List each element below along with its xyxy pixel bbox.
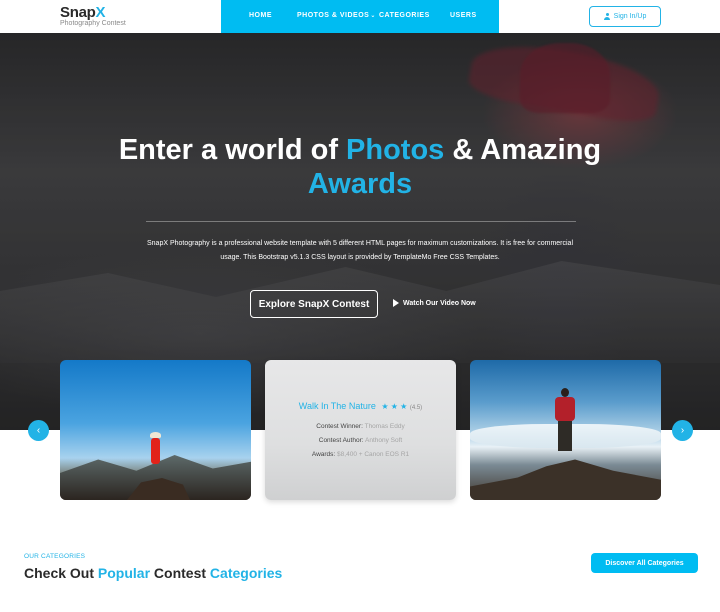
watch-video-link[interactable]: Watch Our Video Now bbox=[393, 299, 476, 307]
red-jacket-graphic bbox=[555, 397, 575, 421]
hiker-graphic bbox=[552, 388, 578, 458]
categories-title-part2: Contest bbox=[150, 565, 210, 581]
logo-subtitle: Photography Contest bbox=[60, 20, 126, 27]
categories-title: Check Out Popular Contest Categories bbox=[24, 565, 282, 581]
carousel-prev-button[interactable]: ‹ bbox=[28, 420, 49, 441]
hill-graphic bbox=[470, 459, 661, 500]
contest-rating: (4.5) bbox=[409, 405, 423, 411]
hero-divider bbox=[146, 221, 576, 222]
contest-info-card[interactable]: Walk In The Nature ★ ★ ★ (4.5) Contest W… bbox=[265, 360, 456, 500]
categories-title-highlight1: Popular bbox=[97, 565, 151, 581]
logo[interactable]: SnapX Photography Contest bbox=[60, 4, 126, 27]
logo-title-text: Snap bbox=[60, 4, 96, 21]
signin-label: Sign In/Up bbox=[613, 13, 647, 20]
contest-author-label: Contest Author: bbox=[318, 437, 364, 444]
contest-winner-label: Contest Winner: bbox=[316, 423, 363, 430]
red-dress-graphic bbox=[151, 438, 160, 464]
user-icon bbox=[604, 13, 611, 20]
nav-users[interactable]: USERS bbox=[450, 12, 477, 19]
categories-title-highlight2: Categories bbox=[209, 565, 283, 581]
nav-photos-videos-label: PHOTOS & VIDEOS bbox=[297, 12, 370, 19]
chevron-down-icon: ⌄ bbox=[370, 13, 376, 19]
categories-subtitle: OUR CATEGORIES bbox=[24, 553, 86, 560]
carousel-next-button[interactable]: › bbox=[672, 420, 693, 441]
star-icons: ★ ★ ★ bbox=[381, 402, 408, 411]
signin-button[interactable]: Sign In/Up bbox=[589, 6, 661, 27]
contest-author-value: Anthony Soft bbox=[365, 437, 403, 444]
hero-title-highlight1: Photos bbox=[346, 134, 445, 166]
hero-description: SnapX Photography is a professional webs… bbox=[146, 240, 574, 261]
nav-photos-videos[interactable]: PHOTOS & VIDEOS⌄ bbox=[297, 12, 376, 19]
categories-title-part1: Check Out bbox=[24, 565, 98, 581]
nav-home[interactable]: HOME bbox=[249, 12, 272, 19]
hiker-legs-graphic bbox=[558, 421, 572, 451]
main-nav: HOME PHOTOS & VIDEOS⌄ CATEGORIES USERS bbox=[221, 0, 499, 33]
discover-categories-button[interactable]: Discover All Categories bbox=[591, 553, 698, 573]
chevron-right-icon: › bbox=[680, 425, 685, 436]
hero-title-part1: Enter a world of bbox=[118, 134, 347, 166]
site-header: SnapX Photography Contest HOME PHOTOS & … bbox=[0, 0, 720, 33]
hero-title-part2: & Amazing bbox=[444, 134, 602, 166]
contest-title-text: Walk In The Nature bbox=[298, 401, 376, 411]
contest-image-card-left[interactable] bbox=[60, 360, 251, 500]
play-icon bbox=[393, 299, 399, 307]
contest-awards-row: Awards: $8,400 + Canon EOS R1 bbox=[265, 451, 456, 458]
person-graphic bbox=[148, 432, 162, 472]
nav-categories[interactable]: CATEGORIES bbox=[379, 12, 430, 19]
contest-awards-label: Awards: bbox=[311, 451, 336, 458]
contest-title: Walk In The Nature ★ ★ ★ (4.5) bbox=[265, 401, 456, 411]
contest-winner-row: Contest Winner: Thomas Eddy bbox=[265, 423, 456, 430]
hero-title: Enter a world of Photos & Amazing Awards bbox=[0, 133, 720, 201]
hiker-head-graphic bbox=[561, 388, 569, 397]
contest-author-row: Contest Author: Anthony Soft bbox=[265, 437, 456, 444]
contest-winner-value: Thomas Eddy bbox=[364, 423, 405, 430]
chevron-left-icon: ‹ bbox=[36, 425, 41, 436]
watch-video-label: Watch Our Video Now bbox=[403, 299, 476, 307]
hero-title-highlight2: Awards bbox=[307, 168, 413, 200]
logo-title: SnapX bbox=[60, 4, 126, 21]
logo-title-accent: X bbox=[95, 4, 106, 21]
contest-image-card-right[interactable] bbox=[470, 360, 661, 500]
contest-awards-value: $8,400 + Canon EOS R1 bbox=[337, 451, 410, 458]
explore-contest-button[interactable]: Explore SnapX Contest bbox=[250, 290, 378, 318]
